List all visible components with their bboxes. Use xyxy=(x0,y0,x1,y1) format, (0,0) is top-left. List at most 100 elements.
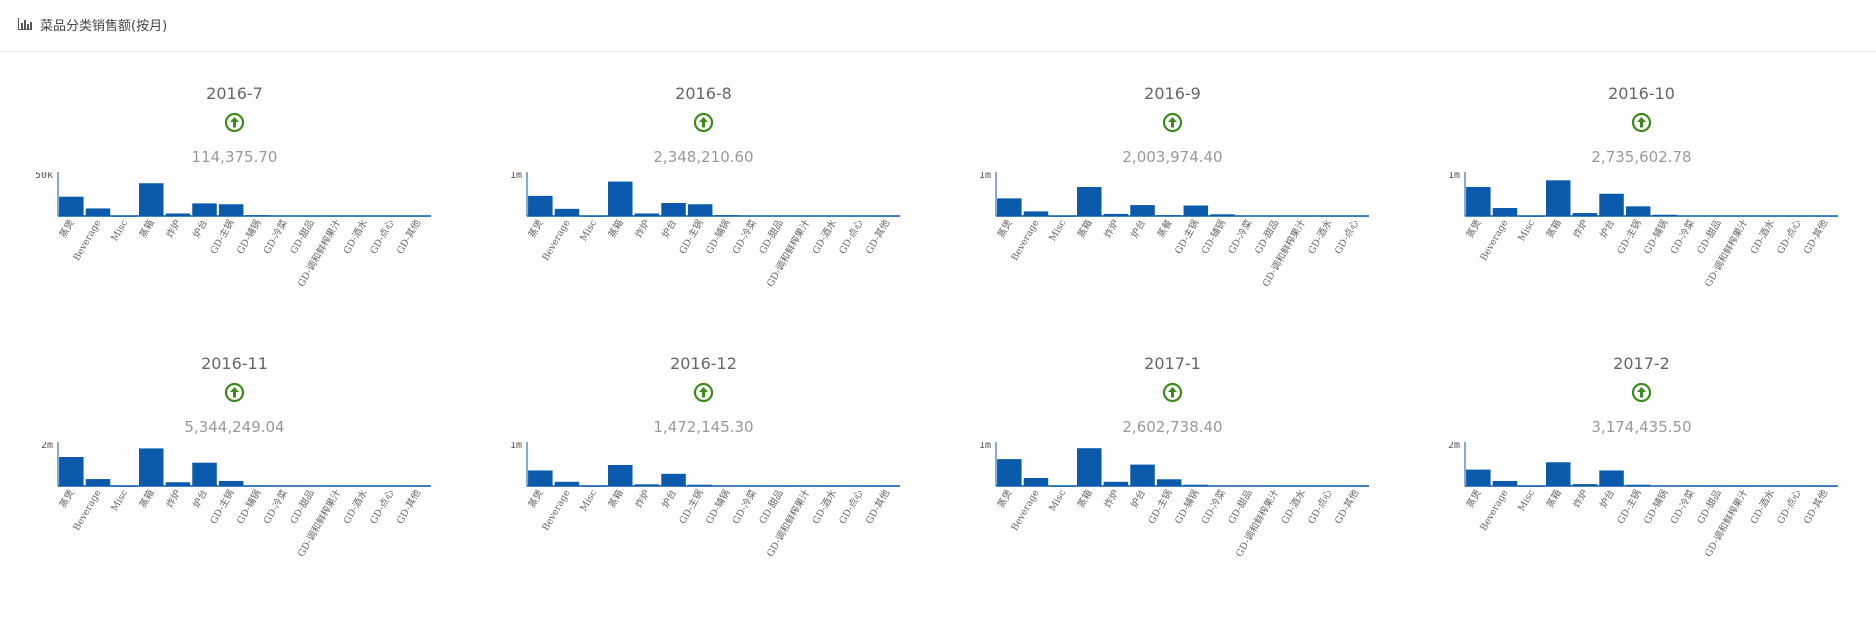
trend-up-arrow-icon xyxy=(1631,382,1652,403)
chart-title: 2016-7 xyxy=(206,84,263,103)
x-tick-label: Misc xyxy=(1516,218,1537,243)
x-tick-label: Misc xyxy=(1047,488,1068,513)
chart-card: 2017-2 3,174,435.50 2m 蒸煲 Beverage Misc 蒸箱 炸炉 炉台… xyxy=(1407,322,1876,592)
x-tick-label: GD-冷菜 xyxy=(730,487,759,526)
x-tick-label: 炉台 xyxy=(1128,218,1148,240)
x-tick-label: 炉台 xyxy=(659,488,679,510)
chart-card: 2016-9 2,003,974.40 1m 蒸煲 Beverage Misc 蒸箱 炸炉 炉台… xyxy=(938,52,1407,322)
bar xyxy=(528,470,553,486)
chart-title: 2016-12 xyxy=(670,354,737,373)
x-tick-label: GD-主锅 xyxy=(677,218,706,257)
x-tick-label: 炉台 xyxy=(1597,488,1617,510)
trend-up-arrow-icon xyxy=(224,112,245,133)
x-tick-label: GD-甜品 xyxy=(757,218,786,257)
bar xyxy=(528,195,553,216)
bar xyxy=(1130,205,1155,216)
x-tick-label: 炸炉 xyxy=(633,218,653,240)
x-tick-label: 蒸箱 xyxy=(1075,218,1095,240)
y-tick-label: 1m xyxy=(979,442,991,451)
x-tick-label: 炸炉 xyxy=(1571,488,1591,510)
x-tick-label: 蒸煲 xyxy=(995,217,1015,240)
x-tick-label: Misc xyxy=(1516,488,1537,513)
chart-total-value: 2,003,974.40 xyxy=(1122,148,1223,166)
x-tick-label: GD-其他 xyxy=(1801,487,1830,526)
trend-up-arrow-icon xyxy=(1162,112,1183,133)
x-tick-label: GD-点心 xyxy=(1333,218,1362,256)
x-tick-label: GD-冷菜 xyxy=(1226,217,1255,256)
chart-card: 2016-12 1,472,145.30 1m 蒸煲 Beverage Misc 蒸箱 炸炉炉… xyxy=(469,322,938,592)
x-tick-label: GD-酒水 xyxy=(810,487,839,526)
x-tick-label: GD-甜品 xyxy=(1226,488,1255,527)
y-tick-label: 1m xyxy=(510,172,522,181)
x-tick-label: GD-甜品 xyxy=(1252,218,1281,257)
x-tick-label: Misc xyxy=(1047,218,1068,243)
chart-card: 2017-1 2,602,738.40 1m 蒸煲 Beverage Misc 蒸箱 炸炉 炉台… xyxy=(938,322,1407,592)
x-tick-label: GD-冷菜 xyxy=(1668,487,1697,526)
bar xyxy=(661,202,686,216)
x-tick-label: GD-点心 xyxy=(368,218,397,256)
bar xyxy=(138,183,164,216)
x-tick-label: 蒸箱 xyxy=(1075,488,1095,510)
chart-title: 2016-9 xyxy=(1144,84,1201,103)
chart-total-value: 2,602,738.40 xyxy=(1122,418,1223,436)
x-tick-label: 蒸煲 xyxy=(995,487,1015,510)
trend-up-arrow-icon xyxy=(1162,382,1183,403)
bar-chart: 1m蒸煲Beverage Misc 蒸箱 炸炉 炉台GD-主锅GD-辅锅GD-冷菜GD-… xyxy=(510,442,900,559)
y-tick-label: 50k xyxy=(35,172,53,181)
x-tick-label: 蒸煲 xyxy=(526,217,546,240)
bar xyxy=(1023,478,1049,486)
y-tick-label: 2m xyxy=(1448,442,1460,451)
chart-card: 2016-8 2,348,210.60 1m 蒸煲 Beverage Misc 蒸箱 炸炉 炉台… xyxy=(469,52,938,322)
chart-total-value: 3,174,435.50 xyxy=(1591,418,1692,436)
bar xyxy=(192,462,217,486)
trend-up-arrow-icon xyxy=(1631,112,1652,133)
chart-total-value: 2,348,210.60 xyxy=(653,148,754,166)
x-tick-label: 蒸煲 xyxy=(57,217,77,240)
x-tick-label: GD-酒水 xyxy=(1748,487,1777,526)
bar xyxy=(1156,479,1182,486)
bar xyxy=(1492,208,1518,216)
x-tick-label: GD-其他 xyxy=(1801,217,1830,256)
x-tick-label: GD-主锅 xyxy=(1615,488,1644,527)
bar xyxy=(59,457,84,486)
trend-up-arrow-icon xyxy=(693,382,714,403)
bar xyxy=(1599,470,1624,486)
x-tick-label: Misc xyxy=(578,488,599,513)
x-tick-label: GD-冷菜 xyxy=(1199,487,1228,526)
x-tick-label: 蒸餐 xyxy=(1155,217,1175,240)
x-tick-label: GD-酒水 xyxy=(810,217,839,256)
x-tick-label: GD-甜品 xyxy=(1695,488,1724,527)
x-tick-label: 炸炉 xyxy=(633,488,653,510)
x-tick-label: GD-冷菜 xyxy=(261,487,290,526)
x-tick-label: GD-其他 xyxy=(863,487,892,526)
chart-total-value: 1,472,145.30 xyxy=(653,418,754,436)
x-tick-label: 炸炉 xyxy=(1571,218,1591,240)
bar xyxy=(1466,469,1491,486)
page-header: 菜品分类销售额(按月) xyxy=(0,0,1876,52)
x-tick-label: GD-点心 xyxy=(837,488,866,526)
x-tick-label: 蒸箱 xyxy=(137,218,157,240)
x-tick-label: 蒸箱 xyxy=(1544,218,1564,240)
x-tick-label: 蒸箱 xyxy=(606,488,626,510)
chart-total-value: 2,735,602.78 xyxy=(1591,148,1692,166)
chart-title: 2016-11 xyxy=(201,354,268,373)
bar xyxy=(607,465,633,486)
chart-total-value: 114,375.70 xyxy=(191,148,278,166)
x-tick-label: GD-酒水 xyxy=(341,217,370,256)
bar-chart: 50k蒸煲Beverage Misc 蒸箱 炸炉 炉台GD-主锅GD-辅锅GD-冷菜GD… xyxy=(35,172,431,289)
x-tick-label: 炉台 xyxy=(190,488,210,510)
chart-title: 2017-2 xyxy=(1613,354,1670,373)
page-title: 菜品分类销售额(按月) xyxy=(40,19,168,34)
x-tick-label: GD-其他 xyxy=(1332,487,1361,526)
x-tick-label: GD-点心 xyxy=(837,218,866,256)
x-tick-label: GD-甜品 xyxy=(288,488,317,527)
x-tick-label: GD-点心 xyxy=(1775,488,1804,526)
bar xyxy=(1545,462,1571,486)
bar xyxy=(59,196,84,216)
y-tick-label: 1m xyxy=(510,442,522,451)
bar xyxy=(85,479,111,486)
chart-grid: 2016-7 114,375.70 50k 蒸煲 Beverage Misc 蒸箱 炸炉 炉台 G… xyxy=(0,52,1876,620)
bar xyxy=(218,204,244,216)
bar-chart: 1m蒸煲Beverage Misc 蒸箱 炸炉 炉台GD-主锅GD-辅锅GD-冷菜GD-… xyxy=(979,442,1369,559)
bar-chart: 2m蒸煲Beverage Misc 蒸箱 炸炉 炉台GD-主锅GD-辅锅GD-冷菜GD-… xyxy=(41,442,431,559)
